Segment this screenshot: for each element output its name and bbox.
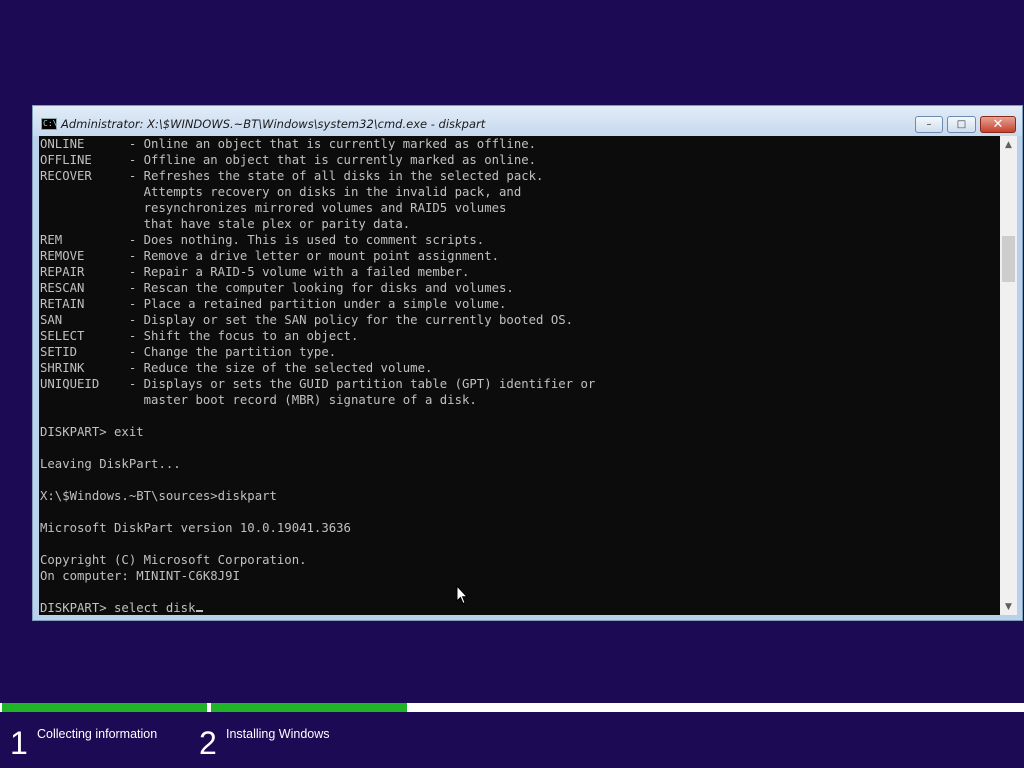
console-line: On computer: MININT-C6K8J9I — [40, 569, 240, 583]
cmd-app-icon: C:\ — [41, 118, 58, 130]
console-line: REMOVE - Remove a drive letter or mount … — [40, 249, 500, 263]
scroll-down-icon[interactable]: ▼ — [1000, 598, 1017, 615]
close-button[interactable]: ✕ — [980, 116, 1016, 133]
console-line: OFFLINE - Offline an object that is curr… — [40, 153, 537, 167]
prompt-text: DISKPART> select disk — [40, 601, 196, 615]
window-titlebar[interactable]: C:\ Administrator: X:\$WINDOWS.~BT\Windo… — [33, 106, 1022, 136]
console-line: DISKPART> exit — [40, 425, 144, 439]
console-line: REPAIR - Repair a RAID-5 volume with a f… — [40, 265, 470, 279]
cmd-window[interactable]: C:\ Administrator: X:\$WINDOWS.~BT\Windo… — [32, 105, 1023, 621]
console-line: SELECT - Shift the focus to an object. — [40, 329, 359, 343]
console-line: RETAIN - Place a retained partition unde… — [40, 297, 507, 311]
close-icon: ✕ — [992, 117, 1004, 132]
console-line: RESCAN - Rescan the computer looking for… — [40, 281, 514, 295]
scroll-thumb[interactable] — [1002, 236, 1015, 282]
vertical-scrollbar[interactable]: ▲ ▼ — [1000, 136, 1017, 615]
console-line: that have stale plex or parity data. — [40, 217, 411, 231]
window-title: Administrator: X:\$WINDOWS.~BT\Windows\s… — [61, 117, 486, 131]
console-line: Copyright (C) Microsoft Corporation. — [40, 553, 307, 567]
console-line: resynchronizes mirrored volumes and RAID… — [40, 201, 507, 215]
console-line: REM - Does nothing. This is used to comm… — [40, 233, 485, 247]
console-text: ONLINE - Online an object that is curren… — [40, 136, 595, 615]
progress-segment-collecting — [2, 703, 207, 712]
console-line: SETID - Change the partition type. — [40, 345, 337, 359]
progress-segment-installing — [211, 703, 407, 712]
step-number: 1 — [10, 725, 28, 761]
console-line: UNIQUEID - Displays or sets the GUID par… — [40, 377, 596, 391]
scroll-up-icon[interactable]: ▲ — [1000, 136, 1017, 153]
step-label: Collecting information — [37, 727, 158, 741]
console-prompt-line[interactable]: DISKPART> select disk — [40, 600, 595, 615]
console-line: Microsoft DiskPart version 10.0.19041.36… — [40, 521, 351, 535]
step-number: 2 — [199, 725, 217, 761]
console-output[interactable]: ONLINE - Online an object that is curren… — [39, 136, 1000, 615]
mouse-pointer-icon — [456, 585, 468, 605]
console-line: Attempts recovery on disks in the invali… — [40, 185, 522, 199]
setup-steps: 1 Collecting information 2 Installing Wi… — [0, 712, 1024, 768]
console-line: ONLINE - Online an object that is curren… — [40, 137, 537, 151]
setup-progress-bar — [0, 703, 1024, 712]
minimize-icon: – — [926, 118, 932, 130]
console-line: master boot record (MBR) signature of a … — [40, 393, 477, 407]
text-cursor-icon — [196, 610, 204, 612]
console-line: Leaving DiskPart... — [40, 457, 181, 471]
console-line: SHRINK - Reduce the size of the selected… — [40, 361, 433, 375]
maximize-button[interactable]: □ — [947, 116, 976, 133]
console-line: SAN - Display or set the SAN policy for … — [40, 313, 574, 327]
step-label: Installing Windows — [226, 727, 330, 741]
maximize-icon: □ — [956, 118, 967, 130]
console-line: RECOVER - Refreshes the state of all dis… — [40, 169, 544, 183]
console-line: X:\$Windows.~BT\sources>diskpart — [40, 489, 277, 503]
minimize-button[interactable]: – — [915, 116, 943, 133]
